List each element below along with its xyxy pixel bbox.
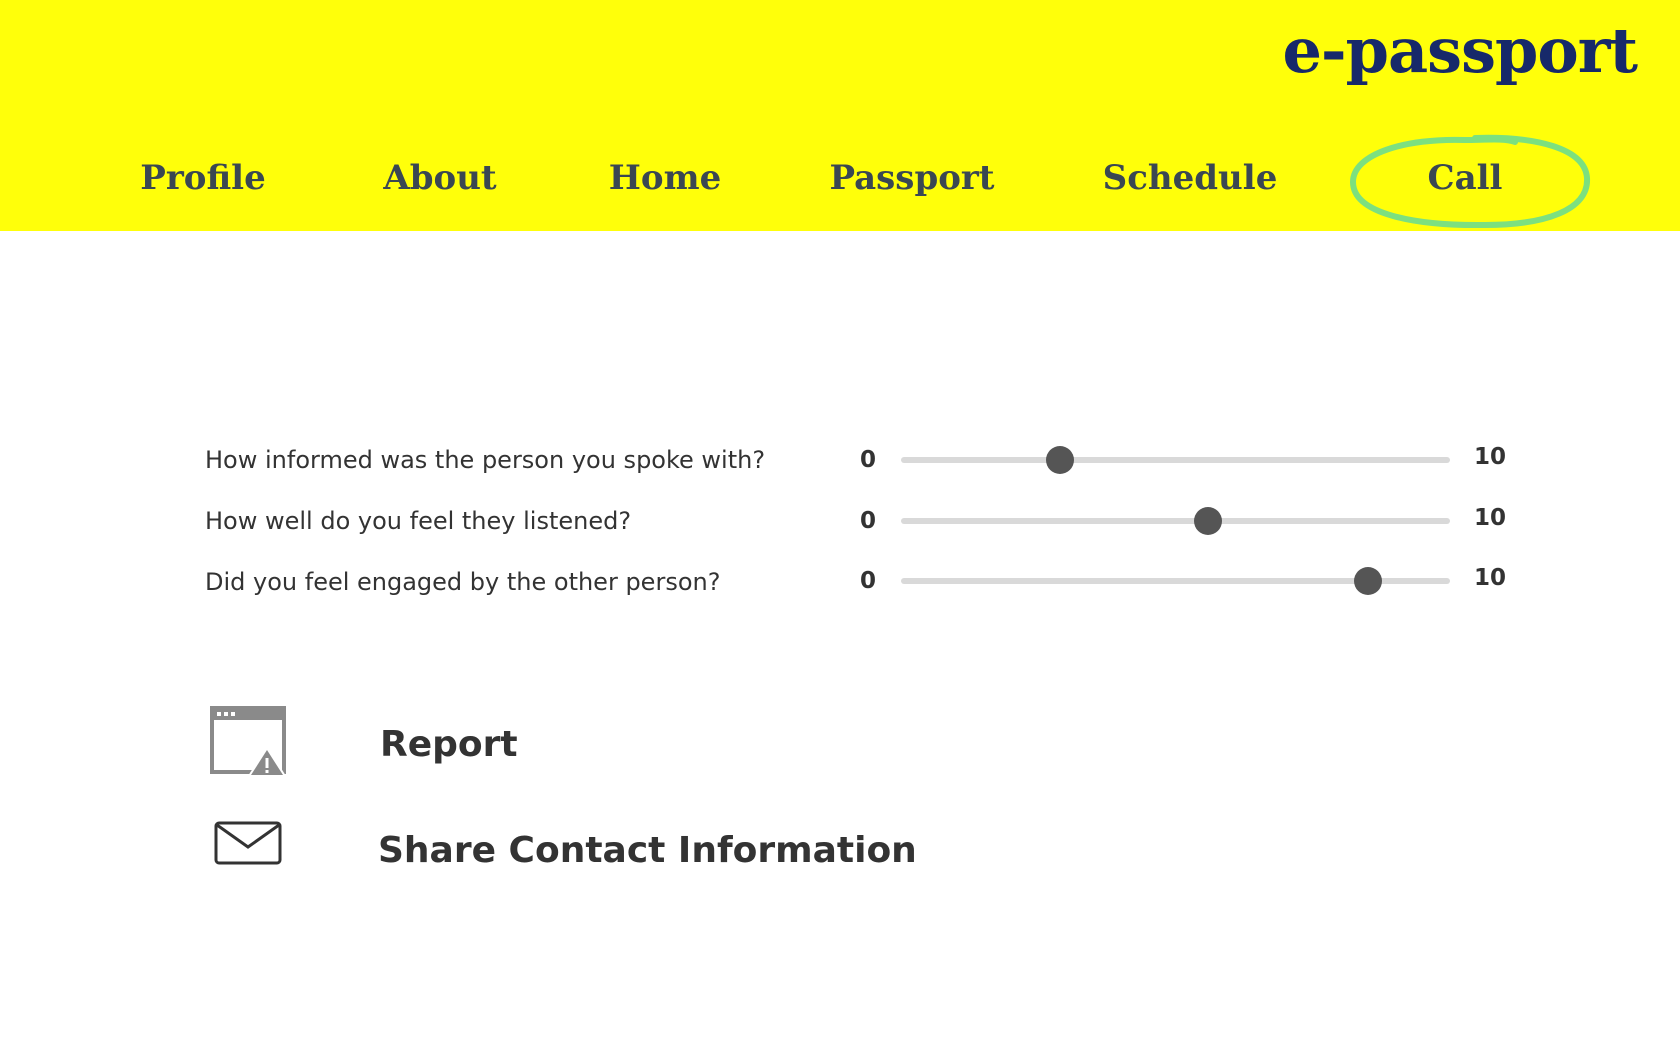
rating-slider[interactable] bbox=[901, 567, 1450, 595]
nav-about[interactable]: About bbox=[383, 158, 496, 198]
slider-thumb[interactable] bbox=[1353, 567, 1382, 595]
rating-max-label: 10 bbox=[1474, 565, 1507, 591]
rating-question: Did you feel engaged by the other person… bbox=[205, 568, 721, 596]
rating-question: How well do you feel they listened? bbox=[205, 507, 632, 535]
rating-question: How informed was the person you spoke wi… bbox=[205, 446, 766, 474]
report-label: Report bbox=[380, 724, 518, 765]
slider-thumb[interactable] bbox=[1194, 507, 1223, 535]
rating-slider[interactable] bbox=[901, 446, 1450, 474]
nav-schedule[interactable]: Schedule bbox=[1103, 158, 1278, 198]
rating-max-label: 10 bbox=[1474, 444, 1507, 470]
share-contact-label: Share Contact Information bbox=[378, 830, 917, 871]
rating-slider[interactable] bbox=[901, 507, 1450, 535]
envelope-icon bbox=[214, 821, 282, 865]
nav-call[interactable]: Call bbox=[1428, 158, 1503, 198]
header-bar: e-passport Profile About Home Passport S… bbox=[0, 0, 1680, 231]
rating-min-label: 0 bbox=[860, 447, 877, 473]
nav-home[interactable]: Home bbox=[609, 158, 721, 198]
window-warning-icon bbox=[210, 706, 286, 776]
slider-thumb[interactable] bbox=[1046, 446, 1075, 474]
nav-profile[interactable]: Profile bbox=[140, 158, 265, 198]
brand-logo[interactable]: e-passport bbox=[1282, 14, 1638, 87]
nav-passport[interactable]: Passport bbox=[829, 158, 994, 198]
rating-min-label: 0 bbox=[860, 568, 877, 594]
rating-max-label: 10 bbox=[1474, 505, 1507, 531]
rating-min-label: 0 bbox=[860, 508, 877, 534]
